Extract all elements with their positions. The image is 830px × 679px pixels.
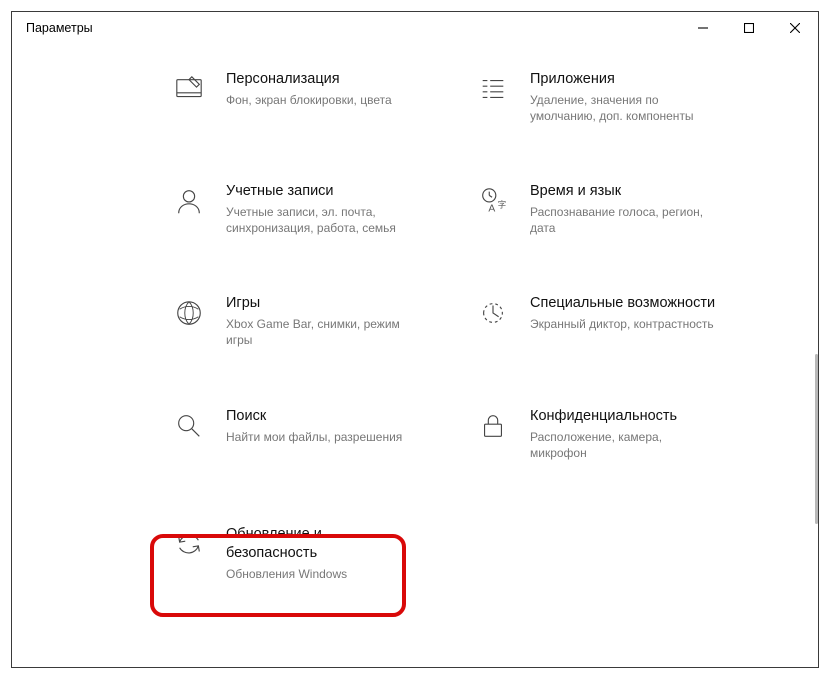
tile-title: Персонализация [226, 70, 392, 89]
settings-window: Параметры Персонализация Фон, экран [11, 11, 819, 668]
tile-desc: Расположение, камера, микрофон [530, 429, 720, 461]
update-icon [172, 527, 206, 561]
tile-desc: Обновления Windows [226, 566, 416, 582]
tile-desc: Найти мои файлы, разрешения [226, 429, 402, 445]
time-language-icon: A字 [476, 184, 510, 218]
tile-title: Учетные записи [226, 182, 416, 201]
window-controls [680, 12, 818, 44]
minimize-icon [698, 23, 708, 33]
titlebar: Параметры [12, 12, 818, 44]
maximize-icon [744, 23, 754, 33]
tile-desc: Распознавание голоса, регион, дата [530, 204, 720, 236]
privacy-icon [476, 409, 510, 443]
window-title: Параметры [12, 21, 93, 35]
tile-text: Специальные возможности Экранный диктор,… [530, 294, 715, 332]
tile-text: Конфиденциальность Расположение, камера,… [530, 407, 720, 461]
tile-desc: Учетные записи, эл. почта, синхронизация… [226, 204, 416, 236]
svg-text:A: A [488, 204, 495, 215]
svg-text:字: 字 [498, 200, 506, 210]
tile-accounts[interactable]: Учетные записи Учетные записи, эл. почта… [172, 182, 432, 236]
personalization-icon [172, 72, 206, 106]
close-button[interactable] [772, 12, 818, 44]
tile-desc: Экранный диктор, контрастность [530, 316, 715, 332]
tile-desc: Удаление, значения по умолчанию, доп. ко… [530, 92, 720, 124]
tile-privacy[interactable]: Конфиденциальность Расположение, камера,… [476, 407, 736, 461]
tile-title: Специальные возможности [530, 294, 715, 313]
tile-accessibility[interactable]: Специальные возможности Экранный диктор,… [476, 294, 736, 348]
tile-title: Игры [226, 294, 416, 313]
minimize-button[interactable] [680, 12, 726, 44]
tile-text: Учетные записи Учетные записи, эл. почта… [226, 182, 416, 236]
tile-title: Конфиденциальность [530, 407, 720, 426]
tile-apps[interactable]: Приложения Удаление, значения по умолчан… [476, 70, 736, 124]
tile-title: Время и язык [530, 182, 720, 201]
tile-gaming[interactable]: Игры Xbox Game Bar, снимки, режим игры [172, 294, 432, 348]
close-icon [790, 23, 800, 33]
tile-text: Время и язык Распознавание голоса, регио… [530, 182, 720, 236]
tile-title: Поиск [226, 407, 402, 426]
tile-update[interactable]: Обновление и безопасность Обновления Win… [172, 525, 432, 582]
search-icon [172, 409, 206, 443]
tile-title: Обновление и безопасность [226, 525, 416, 563]
settings-grid: Персонализация Фон, экран блокировки, цв… [172, 70, 742, 582]
accounts-icon [172, 184, 206, 218]
tile-personalization[interactable]: Персонализация Фон, экран блокировки, цв… [172, 70, 432, 124]
tile-title: Приложения [530, 70, 720, 89]
content-area: Персонализация Фон, экран блокировки, цв… [12, 44, 818, 667]
tile-text: Персонализация Фон, экран блокировки, цв… [226, 70, 392, 108]
gaming-icon [172, 296, 206, 330]
tile-time[interactable]: A字 Время и язык Распознавание голоса, ре… [476, 182, 736, 236]
accessibility-icon [476, 296, 510, 330]
maximize-button[interactable] [726, 12, 772, 44]
tile-text: Приложения Удаление, значения по умолчан… [530, 70, 720, 124]
tile-text: Поиск Найти мои файлы, разрешения [226, 407, 402, 445]
tile-search[interactable]: Поиск Найти мои файлы, разрешения [172, 407, 432, 461]
tile-desc: Фон, экран блокировки, цвета [226, 92, 392, 108]
scrollbar-thumb[interactable] [815, 354, 818, 524]
tile-text: Игры Xbox Game Bar, снимки, режим игры [226, 294, 416, 348]
tile-text: Обновление и безопасность Обновления Win… [226, 525, 416, 582]
tile-desc: Xbox Game Bar, снимки, режим игры [226, 316, 416, 348]
apps-icon [476, 72, 510, 106]
